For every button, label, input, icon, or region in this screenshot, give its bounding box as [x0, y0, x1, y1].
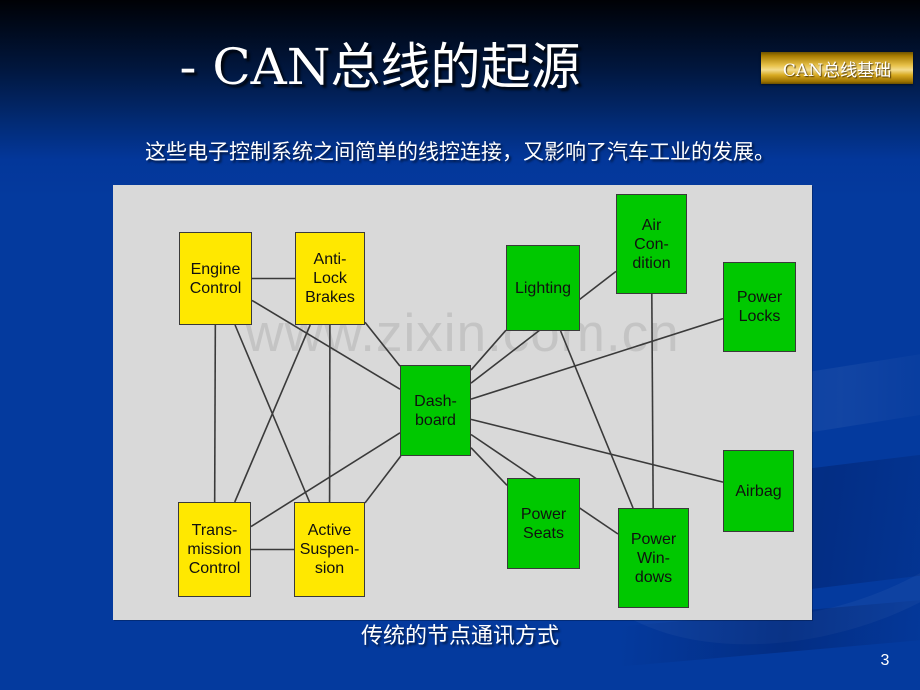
slide-canvas: CAN总线基础 - CAN总线的起源 这些电子控制系统之间简单的线控连接，又影响… [0, 0, 920, 690]
diagram-edge-dashboard-airbag [470, 418, 724, 483]
diagram-node-abs: Anti- Lock Brakes [295, 232, 365, 325]
diagram-node-airbag: Airbag [723, 450, 794, 532]
diagram-node-active_susp: Active Suspen- sion [294, 502, 365, 597]
diagram-edge-air-power_windows [651, 293, 654, 509]
diagram-edge-engine-transmission [213, 324, 217, 503]
diagram-edge-active_susp-dashboard [364, 455, 402, 504]
network-diagram-panel: www.zixin.com.cn Engine Control Anti- Loc… [113, 185, 812, 620]
diagram-caption: 传统的节点通讯方式 [360, 624, 559, 649]
page-number: 3 [880, 652, 890, 669]
section-badge: CAN总线基础 [761, 52, 913, 84]
diagram-node-air: Air Con- dition [616, 194, 687, 294]
diagram-node-dashboard: Dash- board [400, 365, 471, 456]
diagram-edge-dashboard-power_seats [470, 447, 508, 486]
diagram-node-lighting: Lighting [506, 245, 580, 331]
diagram-node-power_windows: Power Win- dows [618, 508, 689, 608]
subtitle-text: 这些电子控制系统之间简单的线控连接，又影响了汽车工业的发展。 [145, 140, 775, 164]
diagram-node-engine: Engine Control [179, 232, 252, 325]
diagram-node-power_seats: Power Seats [507, 478, 580, 569]
diagram-edge-abs-dashboard [364, 321, 401, 367]
diagram-node-transmission: Trans- mission Control [178, 502, 251, 597]
diagram-node-power_locks: Power Locks [723, 262, 796, 352]
section-badge-label: CAN总线基础 [782, 60, 892, 81]
page-title: - CAN总线的起源 [179, 38, 581, 96]
diagram-edge-dashboard-lighting [470, 329, 507, 371]
